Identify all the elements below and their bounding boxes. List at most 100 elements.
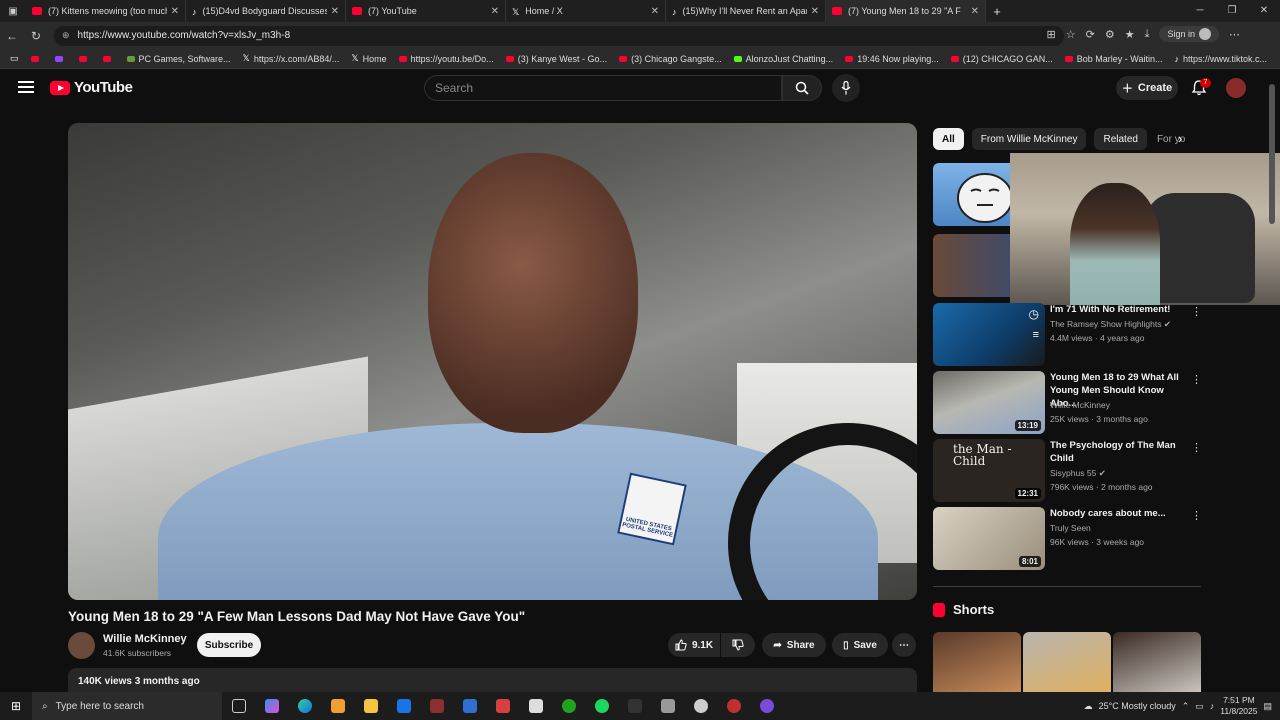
app-icon[interactable] — [684, 692, 717, 720]
short-thumbnail[interactable] — [1113, 632, 1201, 692]
search-button[interactable] — [782, 75, 822, 101]
chip-for-you[interactable]: For yo — [1155, 128, 1187, 150]
minimize-icon[interactable]: ─ — [1184, 0, 1216, 22]
bookmark-item[interactable]: 19:46 Now playing... — [841, 54, 943, 64]
windows-start-icon[interactable]: ⊞ — [0, 699, 32, 713]
volume-icon[interactable]: ♪ — [1210, 701, 1215, 711]
weather-text[interactable]: 25°C Mostly cloudy — [1099, 701, 1176, 711]
file-explorer-icon[interactable] — [354, 692, 387, 720]
app-icon[interactable] — [453, 692, 486, 720]
search-input[interactable]: Search — [424, 75, 782, 101]
taskbar-search-input[interactable]: ⌕ Type here to search — [32, 692, 222, 720]
app-icon[interactable] — [618, 692, 651, 720]
channel-name[interactable]: Willie McKinney — [103, 633, 187, 645]
close-tab-icon[interactable]: ✕ — [811, 6, 819, 17]
task-view-icon[interactable] — [222, 692, 255, 720]
spotify-icon[interactable] — [585, 692, 618, 720]
bookmark-item[interactable]: (3) Kanye West - Go... — [502, 54, 611, 64]
bookmark-item[interactable] — [99, 55, 119, 62]
close-tab-icon[interactable]: ✕ — [331, 6, 339, 17]
microsoft-store-icon[interactable] — [321, 692, 354, 720]
site-info-icon[interactable]: ⊕ — [62, 30, 70, 41]
voice-search-button[interactable] — [832, 74, 860, 102]
app-available-icon[interactable]: ⊞ — [1047, 28, 1056, 41]
page-scrollbar[interactable] — [1268, 72, 1276, 692]
taskbar-clock[interactable]: 7:51 PM 11/8/2025 — [1220, 695, 1257, 717]
xbox-icon[interactable] — [552, 692, 585, 720]
reload-icon[interactable]: ↻ — [24, 29, 48, 43]
bookmark-item[interactable]: 𝕏https://x.com/AB84/... — [239, 53, 344, 64]
subscribe-button[interactable]: Subscribe — [197, 633, 261, 657]
browser-tab[interactable]: (7) Kittens meowing (too much c ✕ — [26, 0, 186, 22]
create-button[interactable]: ＋ Create — [1116, 76, 1178, 100]
recommendation-item[interactable]: the Man - Child 12:31 The Psychology of … — [933, 439, 1203, 503]
bookmark-item[interactable]: (12) CHICAGO GAN... — [947, 54, 1057, 64]
bookmark-item[interactable]: ♪ https://www.tiktok.c... — [1170, 54, 1271, 64]
bookmark-item[interactable]: PC Games, Software... — [123, 54, 235, 64]
save-button[interactable]: ▯ Save — [832, 633, 888, 657]
favorite-star-icon[interactable]: ☆ — [1066, 28, 1076, 41]
more-actions-button[interactable]: ⋯ — [892, 633, 916, 657]
like-button[interactable]: 9.1K — [668, 633, 720, 657]
close-window-icon[interactable]: ✕ — [1248, 0, 1280, 22]
extensions-icon[interactable]: ⚙ — [1105, 28, 1115, 41]
chip-all[interactable]: All — [933, 128, 964, 150]
browser-tab[interactable]: 𝕏 Home / X ✕ — [506, 0, 666, 22]
back-icon[interactable]: ← — [0, 29, 24, 43]
copilot-icon[interactable] — [255, 692, 288, 720]
more-vertical-icon[interactable]: ⋮ — [1191, 373, 1202, 386]
browser-tab-active[interactable]: (7) Young Men 18 to 29 "A F ✕ — [826, 0, 986, 22]
browser-tab[interactable]: ♪ (15)D4vd Bodyguard Discusses C ✕ — [186, 0, 346, 22]
maximize-icon[interactable]: ❐ — [1216, 0, 1248, 22]
bookmark-item[interactable] — [27, 55, 47, 62]
new-tab-button[interactable]: + — [986, 4, 1008, 19]
bookmark-item[interactable]: (3) Chicago Gangste... — [615, 54, 726, 64]
recommendation-item[interactable]: 13:19 Young Men 18 to 29 What All Young … — [933, 371, 1203, 435]
refresh-extension-icon[interactable]: ⟳ — [1086, 28, 1095, 41]
app-icon[interactable] — [420, 692, 453, 720]
channel-avatar[interactable] — [68, 632, 95, 659]
bookmark-item[interactable]: Bob Marley - Waitin... — [1061, 54, 1167, 64]
recommendation-item[interactable]: 8:01 Nobody cares about me... Truly Seen… — [933, 507, 1203, 571]
bookmark-item[interactable] — [75, 55, 95, 62]
watch-later-icon[interactable]: ◷ — [1029, 307, 1039, 321]
outlook-icon[interactable] — [387, 692, 420, 720]
close-tab-icon[interactable]: ✕ — [171, 6, 179, 17]
show-hidden-icons[interactable]: ⌃ — [1182, 701, 1190, 712]
app-icon[interactable] — [519, 692, 552, 720]
close-tab-icon[interactable]: ✕ — [491, 6, 499, 17]
edge-browser-icon[interactable] — [288, 692, 321, 720]
bookmark-item[interactable]: ▭ — [6, 53, 23, 64]
more-menu-icon[interactable]: ⋯ — [1229, 28, 1240, 41]
more-vertical-icon[interactable]: ⋮ — [1191, 305, 1202, 318]
notification-center-icon[interactable]: ▤ — [1263, 701, 1272, 712]
sign-in-button[interactable]: Sign in — [1159, 26, 1219, 42]
app-icon[interactable] — [717, 692, 750, 720]
menu-icon[interactable] — [18, 81, 34, 93]
share-button[interactable]: ➦ Share — [762, 633, 826, 657]
scrollbar-thumb[interactable] — [1269, 84, 1275, 224]
weather-icon[interactable]: ☁ — [1084, 701, 1093, 712]
bookmark-item[interactable]: 𝕏 Home — [347, 53, 390, 64]
url-field[interactable]: ⊕ https://www.youtube.com/watch?v=xlsJv_… — [54, 25, 1064, 46]
downloads-icon[interactable]: ⤓ — [1145, 28, 1150, 41]
bookmark-item[interactable]: AlonzoJust Chatting... — [730, 54, 838, 64]
bookmark-item[interactable] — [51, 55, 71, 62]
browser-tab[interactable]: (7) YouTube ✕ — [346, 0, 506, 22]
recommendation-item[interactable]: ◷ ≡ I'm 71 With No Retirement! The Ramse… — [933, 303, 1203, 367]
video-thumbnail[interactable]: 13:19 — [933, 371, 1045, 434]
video-player[interactable]: UNITED STATES POSTAL SERVICE — [68, 123, 917, 600]
bookmark-item[interactable]: https://youtu.be/Do... — [395, 54, 498, 64]
video-thumbnail[interactable]: ◷ ≡ — [933, 303, 1045, 366]
video-thumbnail[interactable]: the Man - Child 12:31 — [933, 439, 1045, 502]
more-vertical-icon[interactable]: ⋮ — [1191, 509, 1202, 522]
favorites-icon[interactable]: ★ — [1125, 28, 1135, 41]
add-to-queue-icon[interactable]: ≡ — [1033, 329, 1039, 341]
account-avatar[interactable] — [1226, 78, 1246, 98]
chip-related[interactable]: Related — [1094, 128, 1147, 150]
window-menu-icon[interactable]: ▣ — [0, 0, 26, 22]
youtube-logo[interactable]: YouTube — [50, 79, 133, 96]
close-tab-icon[interactable]: ✕ — [651, 6, 659, 17]
dislike-button[interactable] — [721, 633, 755, 657]
chevron-right-icon[interactable]: › — [1178, 131, 1182, 146]
